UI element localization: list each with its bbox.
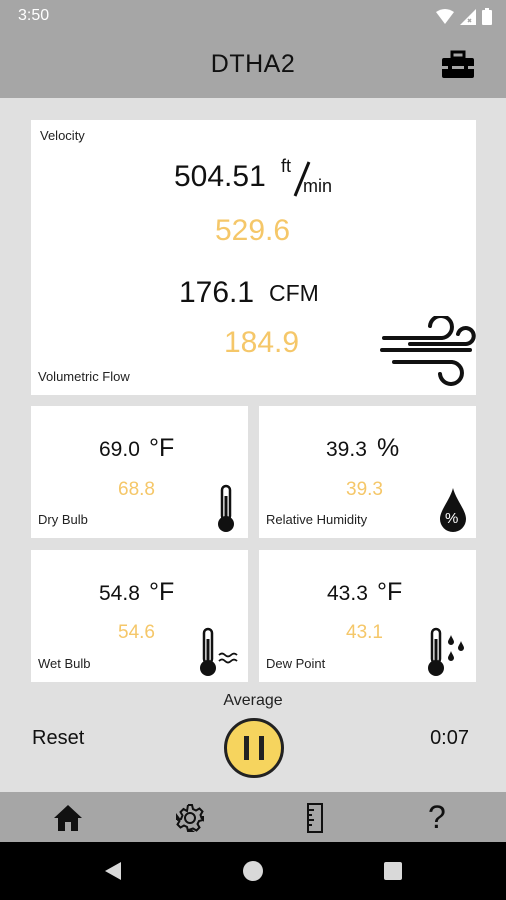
bottom-nav: ? [0, 792, 506, 842]
thermometer-water-icon [200, 627, 238, 676]
dry-bulb-average: 68.8 [118, 479, 155, 500]
dry-bulb-unit: °F [149, 434, 175, 462]
elapsed-timer: 0:07 [430, 727, 469, 749]
flow-unit: CFM [269, 280, 319, 306]
flow-label: Volumetric Flow [38, 369, 130, 384]
toolbox-icon [442, 50, 474, 78]
pause-icon-bar-right [259, 736, 264, 760]
dry-bulb-value: 69.0 [99, 438, 140, 461]
settings-icon [176, 804, 204, 832]
recents-icon[interactable] [383, 861, 403, 881]
app-title: DTHA2 [210, 50, 296, 78]
velocity-unit: ft min [281, 156, 341, 200]
humidity-value: 39.3 [326, 438, 367, 461]
ruler-icon [307, 803, 323, 833]
nav-help[interactable]: ? [422, 799, 454, 835]
humidity-drop-icon: % [438, 486, 468, 534]
average-mode-label: Average [223, 692, 283, 709]
pause-icon-bar-left [244, 736, 249, 760]
humidity-average: 39.3 [346, 479, 383, 500]
nav-home[interactable] [52, 802, 84, 834]
dry-bulb-card[interactable]: 69.0 °F 68.8 Dry Bulb [31, 406, 248, 538]
velocity-average: 529.6 [215, 214, 291, 247]
velocity-value: 504.51 [174, 160, 266, 193]
help-icon: ? [428, 799, 446, 835]
nav-settings[interactable] [174, 802, 206, 834]
app-bar: DTHA2 [0, 34, 506, 98]
thermometer-icon [218, 484, 234, 532]
velocity-label: Velocity [40, 128, 85, 143]
dew-point-average: 43.1 [346, 622, 383, 643]
system-nav-bar [0, 842, 506, 900]
toolbox-button[interactable] [440, 50, 476, 82]
humidity-card[interactable]: 39.3 % 39.3 Relative Humidity % [259, 406, 476, 538]
flow-average: 184.9 [224, 326, 300, 359]
wind-icon [380, 316, 476, 386]
drop-percent-symbol: % [445, 510, 459, 527]
dew-point-value: 43.3 [327, 582, 368, 605]
signal-icon [460, 8, 476, 25]
wet-bulb-label: Wet Bulb [38, 656, 91, 671]
dew-point-label: Dew Point [266, 656, 326, 671]
thermometer-drops-icon [428, 627, 464, 676]
status-bar: 3:50 [0, 0, 506, 34]
status-icons [436, 8, 492, 25]
reset-button[interactable]: Reset [32, 727, 84, 750]
nav-ruler[interactable] [299, 802, 331, 834]
home-icon [54, 805, 82, 831]
velocity-unit-denominator: min [303, 176, 333, 196]
dew-point-card[interactable]: 43.3 °F 43.1 Dew Point [259, 550, 476, 682]
humidity-unit: % [377, 434, 400, 462]
velocity-flow-card[interactable]: Velocity 504.51 ft min 529.6 176.1 CFM 1… [31, 120, 476, 395]
humidity-label: Relative Humidity [266, 512, 368, 527]
wet-bulb-average: 54.6 [118, 622, 155, 643]
battery-icon [482, 8, 492, 25]
wet-bulb-card[interactable]: 54.8 °F 54.6 Wet Bulb [31, 550, 248, 682]
wifi-icon [436, 8, 454, 24]
pause-button[interactable] [224, 718, 284, 778]
dry-bulb-label: Dry Bulb [38, 512, 88, 527]
status-time: 3:50 [18, 7, 50, 24]
dew-point-unit: °F [377, 578, 403, 606]
home-circle-icon[interactable] [241, 859, 265, 883]
wet-bulb-value: 54.8 [99, 582, 140, 605]
back-icon[interactable] [103, 860, 123, 882]
wet-bulb-unit: °F [149, 578, 175, 606]
flow-value: 176.1 [179, 276, 255, 309]
